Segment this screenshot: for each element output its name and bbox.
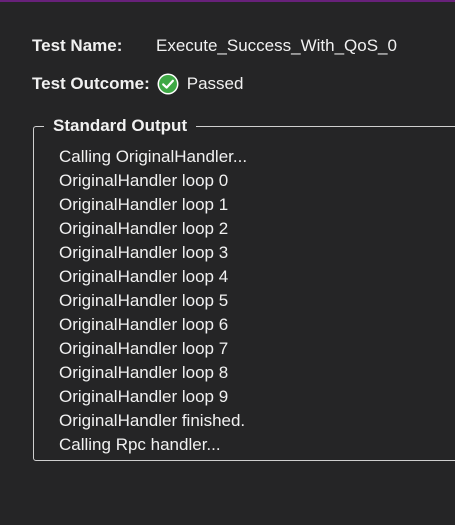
output-line: OriginalHandler loop 2 [59,219,229,238]
test-outcome-value: Passed [186,74,244,93]
output-line: Calling Rpc handler... [59,435,221,454]
output-line: OriginalHandler loop 5 [59,291,229,310]
output-line: OriginalHandler loop 6 [59,315,229,334]
test-name-label: Test Name: [32,36,123,55]
output-line: OriginalHandler loop 1 [59,195,229,214]
test-name-value[interactable]: Execute_Success_With_QoS_0 [156,36,397,56]
standard-output-title: Standard Output [44,116,197,136]
output-line: OriginalHandler loop 8 [59,363,229,382]
output-line: Calling OriginalHandler... [59,147,248,166]
test-name-row: Test Name: Execute_Success_With_QoS_0 [32,35,397,57]
output-line: OriginalHandler loop 4 [59,267,229,286]
test-outcome-label: Test Outcome: [32,74,150,93]
check-circle-icon [157,73,179,95]
output-line: OriginalHandler finished. [59,411,246,430]
output-line: OriginalHandler loop 3 [59,243,229,262]
output-line: OriginalHandler loop 0 [59,171,229,190]
standard-output-text[interactable]: Calling OriginalHandler... OriginalHandle… [59,145,247,457]
output-line: OriginalHandler loop 9 [59,387,229,406]
window-top-border [0,0,455,2]
output-line: OriginalHandler loop 7 [59,339,229,358]
test-outcome-row: Test Outcome: Passed [32,72,243,96]
